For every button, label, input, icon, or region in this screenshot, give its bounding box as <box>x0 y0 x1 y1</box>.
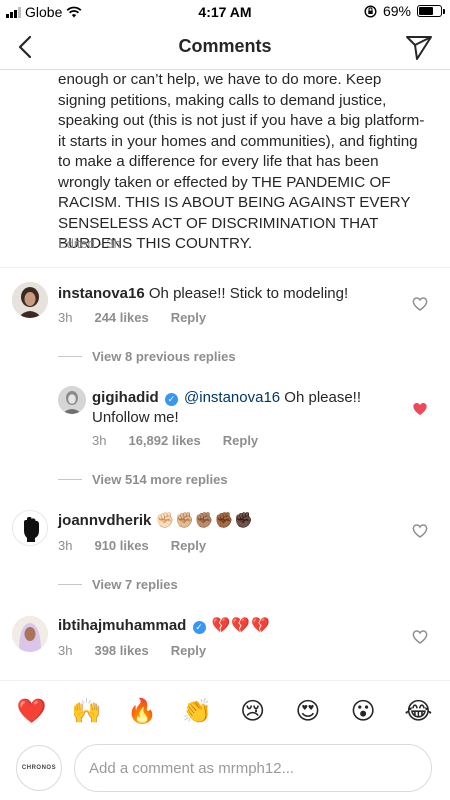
comment-meta: 3h 16,892 likes Reply <box>92 433 280 448</box>
comment-likes[interactable]: 910 likes <box>94 538 148 553</box>
avatar[interactable] <box>12 282 48 318</box>
emoji-laughing-button[interactable]: 😂 <box>398 697 438 725</box>
like-button[interactable] <box>412 296 428 312</box>
view-replies-label: View 7 replies <box>92 577 178 592</box>
like-button[interactable] <box>412 401 428 417</box>
comment-username[interactable]: instanova16 <box>58 285 145 302</box>
comment-text: ✊🏻✊🏼✊🏽✊🏾✊🏿 <box>155 512 254 529</box>
comment-meta: 3h 398 likes Reply <box>58 643 228 658</box>
emoji-heart-eyes-button[interactable]: 😍 <box>288 697 328 725</box>
comment-input[interactable] <box>74 744 432 792</box>
emoji-fire-button[interactable]: 🔥 <box>122 697 162 725</box>
reply-thread-line <box>58 356 82 357</box>
like-button[interactable] <box>412 629 428 645</box>
emoji-clapping-button[interactable]: 👏 <box>177 697 217 725</box>
battery-icon <box>417 5 445 17</box>
comment-time: 3h <box>92 433 107 448</box>
comment-composer: CHRONOS <box>0 740 450 800</box>
view-replies-label: View 8 previous replies <box>92 349 236 364</box>
comment-meta: 3h 910 likes Reply <box>58 538 228 553</box>
battery-percent: 69% <box>382 3 411 19</box>
emoji-crying-button[interactable]: 😢 <box>233 697 273 725</box>
view-previous-replies-button[interactable]: View 8 previous replies <box>58 349 236 364</box>
reply-button[interactable]: Reply <box>223 433 258 448</box>
emoji-heart-button[interactable]: ❤️ <box>12 697 52 725</box>
comment-likes[interactable]: 398 likes <box>94 643 148 658</box>
status-bar: Globe 4:17 AM 69% <box>0 0 450 24</box>
reply-thread-line <box>58 479 82 480</box>
divider <box>0 267 450 268</box>
avatar[interactable] <box>58 386 86 414</box>
paper-plane-icon <box>406 36 432 60</box>
caption-meta: Edited · 3h <box>58 236 121 251</box>
comment-username[interactable]: joannvdherik <box>58 512 151 529</box>
heart-outline-icon <box>412 630 428 644</box>
comment-likes[interactable]: 244 likes <box>94 310 148 325</box>
share-button[interactable] <box>404 32 434 62</box>
view-more-replies-button[interactable]: View 514 more replies <box>58 472 228 487</box>
comment-time: 3h <box>58 310 73 325</box>
heart-filled-icon <box>413 403 427 415</box>
like-button[interactable] <box>412 523 428 539</box>
quick-emoji-bar: ❤️ 🙌 🔥 👏 😢 😍 😮 😂 <box>0 680 450 740</box>
page-title: Comments <box>178 36 272 56</box>
comment-likes[interactable]: 16,892 likes <box>128 433 200 448</box>
reply-button[interactable]: Reply <box>171 310 206 325</box>
emoji-surprised-button[interactable]: 😮 <box>343 697 383 725</box>
reply-body: gigihadid ✓ @instanova16 Oh please!! Unf… <box>92 388 392 428</box>
comment-body: joannvdherik ✊🏻✊🏼✊🏽✊🏾✊🏿 <box>58 511 398 531</box>
reply-button[interactable]: Reply <box>171 538 206 553</box>
avatar[interactable] <box>12 510 48 546</box>
comment-time: 3h <box>58 538 73 553</box>
mention-link[interactable]: @instanova16 <box>184 389 280 406</box>
verified-badge-icon: ✓ <box>192 621 206 634</box>
comment-body: instanova16 Oh please!! Stick to modelin… <box>58 284 398 304</box>
heart-outline-icon <box>412 297 428 311</box>
comment-meta: 3h 244 likes Reply <box>58 310 228 325</box>
comment-body: ibtihajmuhammad ✓ 💔💔💔 <box>58 616 398 636</box>
comment-text: 💔💔💔 <box>211 617 271 634</box>
avatar[interactable] <box>12 616 48 652</box>
comment-username[interactable]: ibtihajmuhammad <box>58 617 186 634</box>
view-replies-button[interactable]: View 7 replies <box>58 577 178 592</box>
post-caption: enough or can’t help, we have to do more… <box>58 71 425 252</box>
battery-fill <box>419 7 434 15</box>
comment-username[interactable]: gigihadid <box>92 389 159 406</box>
verified-badge-icon: ✓ <box>164 393 178 406</box>
my-avatar: CHRONOS <box>16 745 62 791</box>
header: Comments <box>0 24 450 70</box>
orientation-lock-icon <box>364 4 377 18</box>
reply-button[interactable]: Reply <box>171 643 206 658</box>
comment-text: Oh please!! Stick to modeling! <box>148 285 349 302</box>
status-right: 69% <box>364 3 445 19</box>
comment-time: 3h <box>58 643 73 658</box>
heart-outline-icon <box>412 524 428 538</box>
emoji-raised-hands-button[interactable]: 🙌 <box>67 697 107 725</box>
reply-thread-line <box>58 584 82 585</box>
view-replies-label: View 514 more replies <box>92 472 228 487</box>
